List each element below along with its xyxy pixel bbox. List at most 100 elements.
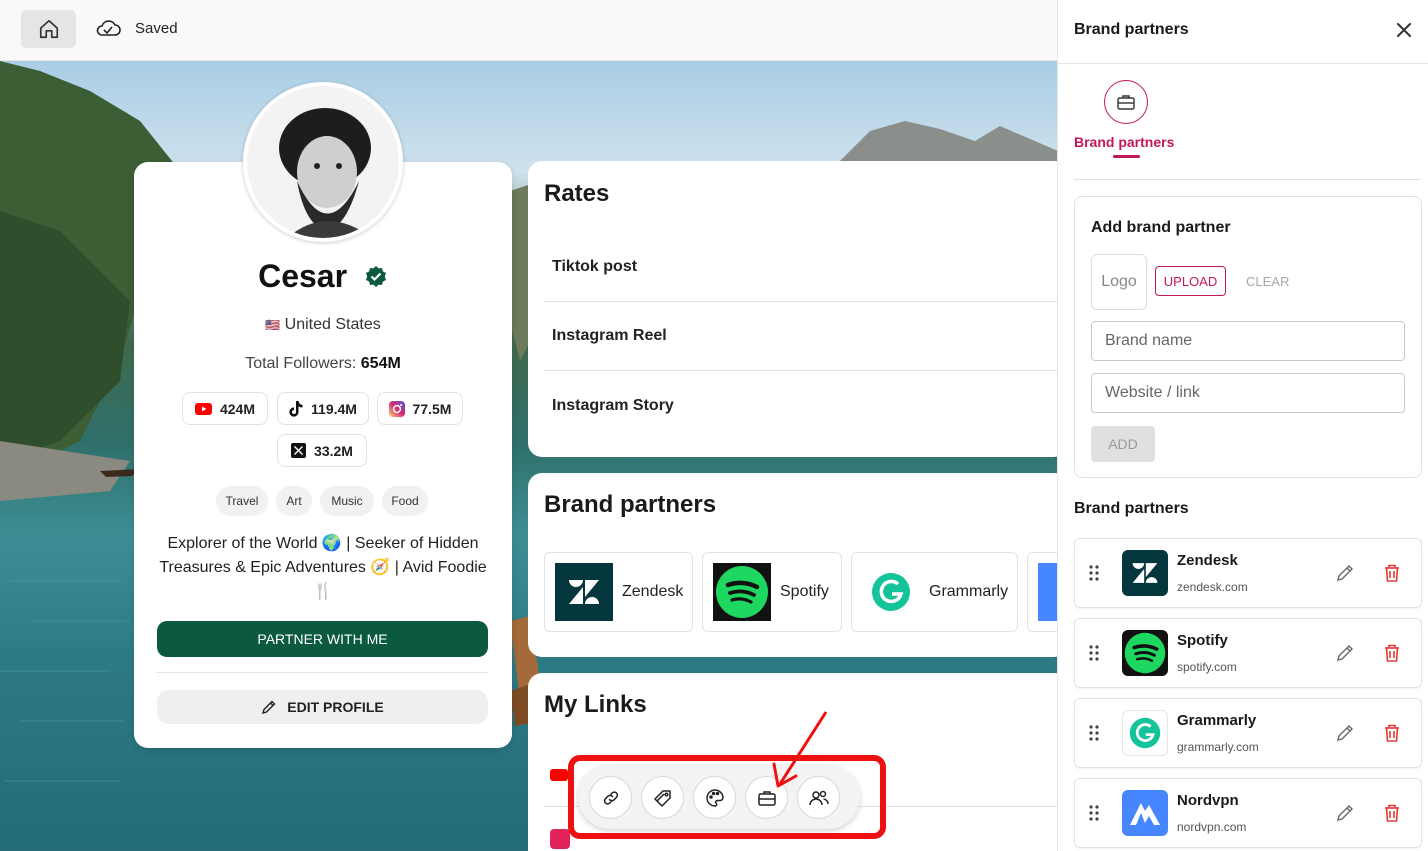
total-followers: Total Followers: 654M xyxy=(134,355,512,373)
youtube-icon xyxy=(194,402,212,415)
rate-row-instagram-reel[interactable]: Instagram Reel xyxy=(544,302,1064,371)
instagram-icon xyxy=(388,400,405,417)
partner-with-me-button[interactable]: PARTNER WITH ME xyxy=(157,621,488,657)
rate-label: Instagram Story xyxy=(552,396,674,414)
tag-music[interactable]: Music xyxy=(320,486,374,516)
edit-profile-label: EDIT PROFILE xyxy=(287,699,384,715)
partner-list-item[interactable]: Zendesk zendesk.com xyxy=(1074,538,1422,608)
add-brand-partner-form: Add brand partner Logo UPLOAD CLEAR Bran… xyxy=(1074,196,1422,478)
drag-handle-icon[interactable] xyxy=(1089,725,1099,741)
partner-list-item[interactable]: Grammarly grammarly.com xyxy=(1074,698,1422,768)
instagram-count: 77.5M xyxy=(412,400,452,417)
youtube-count: 424M xyxy=(219,400,256,417)
profile-card: Cesar 🇺🇸 United States Total Followers: … xyxy=(134,162,512,748)
drag-handle-icon[interactable] xyxy=(1089,565,1099,581)
drag-handle-icon[interactable] xyxy=(1089,645,1099,661)
upload-button[interactable]: UPLOAD xyxy=(1155,266,1226,296)
trash-icon[interactable] xyxy=(1383,563,1401,583)
brand-tile-grammarly[interactable]: Grammarly xyxy=(851,552,1018,632)
annotation-arrow xyxy=(772,711,828,788)
trash-icon[interactable] xyxy=(1383,803,1401,823)
zendesk-logo-icon xyxy=(555,563,613,621)
logo-placeholder: Logo xyxy=(1091,254,1147,310)
pencil-icon[interactable] xyxy=(1335,803,1355,823)
partners-list-title: Brand partners xyxy=(1074,500,1189,517)
brand-partners-panel: Brand partners Brand partners Add brand … xyxy=(1057,0,1428,851)
pencil-icon[interactable] xyxy=(1335,563,1355,583)
website-input[interactable]: Website / link xyxy=(1091,373,1405,413)
zendesk-logo-icon xyxy=(1122,550,1168,596)
spotify-logo-icon xyxy=(1122,630,1168,676)
profile-country: 🇺🇸 United States xyxy=(134,316,512,334)
rate-row-tiktok-post[interactable]: Tiktok post xyxy=(544,233,1064,302)
rates-card: Rates Tiktok post Instagram Reel Instagr… xyxy=(528,161,1068,457)
pencil-icon[interactable] xyxy=(1335,723,1355,743)
pencil-icon[interactable] xyxy=(1335,643,1355,663)
profile-name: Cesar xyxy=(258,258,348,294)
panel-title: Brand partners xyxy=(1074,21,1189,38)
tag-icon xyxy=(653,789,671,807)
save-status: Saved xyxy=(95,19,178,37)
divider xyxy=(1074,179,1421,180)
nordvpn-logo-icon xyxy=(1122,790,1168,836)
social-chip-youtube[interactable]: 424M xyxy=(182,392,268,425)
youtube-link-icon xyxy=(550,769,568,781)
x-count: 33.2M xyxy=(314,442,353,459)
brand-tile-name: Spotify xyxy=(780,583,829,600)
tag-food[interactable]: Food xyxy=(382,486,428,516)
clear-button[interactable]: CLEAR xyxy=(1246,274,1289,289)
close-icon[interactable] xyxy=(1394,20,1414,40)
tab-label[interactable]: Brand partners xyxy=(1074,134,1174,150)
saved-label: Saved xyxy=(135,19,178,37)
social-chip-x[interactable]: 33.2M xyxy=(277,434,367,467)
link-icon xyxy=(550,829,570,849)
tiktok-icon xyxy=(289,400,303,417)
followers-value: 654M xyxy=(360,355,401,372)
add-brand-title: Add brand partner xyxy=(1091,219,1231,236)
cloud-icon xyxy=(96,20,121,36)
partner-list-item[interactable]: Nordvpn nordvpn.com xyxy=(1074,778,1422,848)
partner-name: Zendesk xyxy=(1177,552,1238,569)
tiktok-count: 119.4M xyxy=(311,400,357,417)
trash-icon[interactable] xyxy=(1383,643,1401,663)
rates-tool-button[interactable] xyxy=(641,776,684,819)
edit-profile-button[interactable]: EDIT PROFILE xyxy=(157,690,488,724)
verified-icon xyxy=(364,260,388,297)
home-icon xyxy=(39,19,58,39)
link-icon xyxy=(603,790,618,805)
briefcase-icon xyxy=(1117,95,1135,110)
brand-tile-name: Zendesk xyxy=(622,583,684,600)
brand-partners-title: Brand partners xyxy=(544,491,717,518)
rate-row-instagram-story[interactable]: Instagram Story xyxy=(544,371,1064,440)
partner-url: grammarly.com xyxy=(1177,740,1259,754)
social-chip-instagram[interactable]: 77.5M xyxy=(377,392,463,425)
tab-active-indicator xyxy=(1113,155,1140,158)
grammarly-logo-icon xyxy=(1122,710,1168,756)
brand-name-input[interactable]: Brand name xyxy=(1091,321,1405,361)
partner-url: nordvpn.com xyxy=(1177,820,1247,834)
tag-art[interactable]: Art xyxy=(276,486,312,516)
my-links-title: My Links xyxy=(544,691,647,718)
rates-title: Rates xyxy=(544,180,610,207)
social-chip-tiktok[interactable]: 119.4M xyxy=(277,392,369,425)
partner-list-item[interactable]: Spotify spotify.com xyxy=(1074,618,1422,688)
brand-tile-zendesk[interactable]: Zendesk xyxy=(544,552,693,632)
brand-tile-spotify[interactable]: Spotify xyxy=(702,552,842,632)
tab-brand-partners[interactable] xyxy=(1104,80,1148,124)
partner-url: zendesk.com xyxy=(1177,580,1248,594)
rate-label: Tiktok post xyxy=(552,258,638,275)
theme-tool-button[interactable] xyxy=(693,776,736,819)
add-button[interactable]: ADD xyxy=(1091,426,1155,462)
profile-name-row: Cesar xyxy=(134,258,512,297)
links-tool-button[interactable] xyxy=(589,776,632,819)
flag-icon: 🇺🇸 xyxy=(265,318,281,332)
rate-label: Instagram Reel xyxy=(552,327,667,344)
tag-travel[interactable]: Travel xyxy=(216,486,268,516)
trash-icon[interactable] xyxy=(1383,723,1401,743)
divider xyxy=(157,672,488,673)
top-bar: Saved xyxy=(0,0,1058,61)
home-button[interactable] xyxy=(21,10,76,48)
palette-icon xyxy=(705,788,724,807)
drag-handle-icon[interactable] xyxy=(1089,805,1099,821)
pencil-icon xyxy=(262,700,276,715)
